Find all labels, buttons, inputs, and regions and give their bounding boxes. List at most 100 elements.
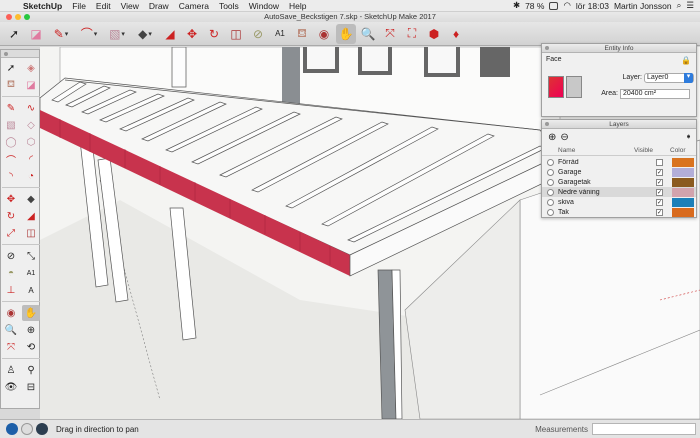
active-layer-radio[interactable] [547, 188, 554, 196]
extension-icon[interactable]: ⬢ [424, 24, 444, 44]
visible-checkbox[interactable]: ✓ [656, 188, 663, 196]
battery-percent[interactable]: 78 % [525, 1, 544, 11]
layers-title[interactable]: Layers [542, 120, 696, 129]
active-layer-radio[interactable] [547, 168, 554, 176]
layer-name[interactable]: Förråd [558, 159, 642, 166]
position-camera-icon[interactable]: ♙ [2, 362, 20, 378]
orbit-icon[interactable]: ◉ [314, 24, 334, 44]
menu-draw[interactable]: Draw [144, 1, 174, 11]
offset-icon[interactable]: ◫ [22, 225, 40, 241]
col-name[interactable]: Name [542, 147, 634, 154]
pan-icon[interactable]: ✋ [22, 305, 40, 321]
visible-checkbox[interactable]: ✓ [656, 178, 663, 186]
zoom-icon[interactable]: 🔍 [358, 24, 378, 44]
paint-bucket-icon[interactable]: ⛾ [2, 77, 20, 93]
rectangle-icon[interactable]: ▧ [104, 24, 130, 44]
move-icon[interactable]: ✥ [182, 24, 202, 44]
protractor-icon[interactable]: ◓ [2, 265, 20, 281]
close-panel-icon[interactable] [545, 46, 549, 50]
arc-icon[interactable]: ⌒ [2, 151, 20, 167]
rotated-rectangle-icon[interactable]: ◇ [22, 117, 40, 133]
list-icon[interactable]: ☰ [686, 0, 694, 11]
axes-icon[interactable]: ⊥ [2, 282, 20, 298]
follow-me-icon[interactable]: ◢ [160, 24, 180, 44]
menu-app[interactable]: SketchUp [18, 1, 67, 11]
layer-row[interactable]: Garagetak ✓ [542, 177, 696, 187]
follow-me-icon[interactable]: ◢ [22, 208, 40, 224]
polygon-icon[interactable]: ⬡ [22, 134, 40, 150]
layer-name[interactable]: Garagetak [558, 179, 642, 186]
layer-name[interactable]: Garage [558, 169, 642, 176]
add-layer-icon[interactable]: ⊕ [548, 132, 556, 143]
layer-row[interactable]: Tak ✓ [542, 207, 696, 217]
minimize-window-icon[interactable] [15, 14, 21, 20]
active-layer-radio[interactable] [547, 158, 554, 166]
close-window-icon[interactable] [6, 14, 12, 20]
col-color[interactable]: Color [670, 147, 686, 154]
layer-name[interactable]: skiva [558, 199, 642, 206]
layer-name[interactable]: Nedre våning [558, 189, 642, 196]
walk-icon[interactable]: ⚲ [22, 362, 40, 378]
visible-checkbox[interactable]: ✓ [656, 208, 663, 216]
close-panel-icon[interactable] [545, 122, 549, 126]
clock[interactable]: lör 18:03 [576, 1, 609, 11]
look-around-icon[interactable]: 👁 [2, 379, 20, 395]
push-pull-icon[interactable]: ◆ [22, 191, 40, 207]
tape-measure-icon[interactable]: ⊘ [2, 248, 20, 264]
layer-color-swatch[interactable] [672, 177, 694, 187]
active-layer-radio[interactable] [547, 198, 554, 206]
select-icon[interactable]: ➚ [4, 24, 24, 44]
measurements-input[interactable] [592, 423, 696, 435]
layer-row[interactable]: Nedre våning ✓ [542, 187, 696, 197]
front-material-swatch[interactable] [548, 76, 564, 98]
layer-color-swatch[interactable] [672, 187, 694, 197]
geo-location-icon[interactable] [6, 423, 18, 435]
select-icon[interactable]: ➚ [2, 60, 20, 76]
menu-edit[interactable]: Edit [91, 1, 116, 11]
pie-icon[interactable]: ◔ [22, 168, 40, 184]
menu-camera[interactable]: Camera [174, 1, 214, 11]
two-point-arc-icon[interactable]: ◜ [22, 151, 40, 167]
section-plane-icon[interactable]: ⊟ [22, 379, 40, 395]
zoom-icon[interactable]: 🔍 [2, 322, 20, 338]
pan-icon[interactable]: ✋ [336, 23, 356, 44]
remove-layer-icon[interactable]: ⊖ [560, 132, 568, 143]
details-arrow-icon[interactable]: ➧ [685, 132, 692, 141]
col-visible[interactable]: Visible [634, 147, 670, 154]
rotate-icon[interactable]: ↻ [2, 208, 20, 224]
instructor-icon[interactable] [36, 423, 48, 435]
rectangle-icon[interactable]: ▧ [2, 117, 20, 133]
paint-bucket-icon[interactable]: ⛾ [292, 24, 312, 44]
layer-color-swatch[interactable] [672, 167, 694, 177]
active-layer-radio[interactable] [547, 208, 554, 216]
entity-info-title[interactable]: Entity Info [542, 44, 696, 53]
menu-window[interactable]: Window [244, 1, 284, 11]
zoom-extents-icon[interactable]: ⤧ [380, 24, 400, 44]
orbit-icon[interactable]: ◉ [2, 305, 20, 321]
layer-row[interactable]: skiva ✓ [542, 197, 696, 207]
warehouse-icon[interactable]: ⛶ [402, 24, 422, 44]
make-component-icon[interactable]: ◈ [22, 60, 40, 76]
zoom-window-icon[interactable] [24, 14, 30, 20]
pencil-icon[interactable]: ✎ [48, 24, 74, 44]
menu-tools[interactable]: Tools [214, 1, 244, 11]
battery-icon[interactable] [549, 1, 559, 10]
zoom-window-icon[interactable]: ⊕ [22, 322, 40, 338]
tape-measure-icon[interactable]: ⊘ [248, 24, 268, 44]
zoom-extents-icon[interactable]: ⤧ [2, 339, 20, 355]
ruby-icon[interactable]: ♦ [446, 24, 466, 44]
credits-icon[interactable] [21, 423, 33, 435]
lock-icon[interactable]: 🔒 [681, 56, 691, 65]
menu-file[interactable]: File [67, 1, 91, 11]
rotate-icon[interactable]: ↻ [204, 24, 224, 44]
eraser-icon[interactable]: ◪ [22, 77, 40, 93]
layer-row[interactable]: Garage ✓ [542, 167, 696, 177]
text-icon[interactable]: A1 [22, 265, 40, 281]
three-point-arc-icon[interactable]: ◝ [2, 168, 20, 184]
line-icon[interactable]: ✎ [2, 100, 20, 116]
visible-checkbox[interactable]: ✓ [656, 168, 663, 176]
menu-view[interactable]: View [116, 1, 144, 11]
3d-text-icon[interactable]: A [22, 282, 40, 298]
offset-icon[interactable]: ◫ [226, 24, 246, 44]
eraser-icon[interactable]: ◪ [26, 24, 46, 44]
